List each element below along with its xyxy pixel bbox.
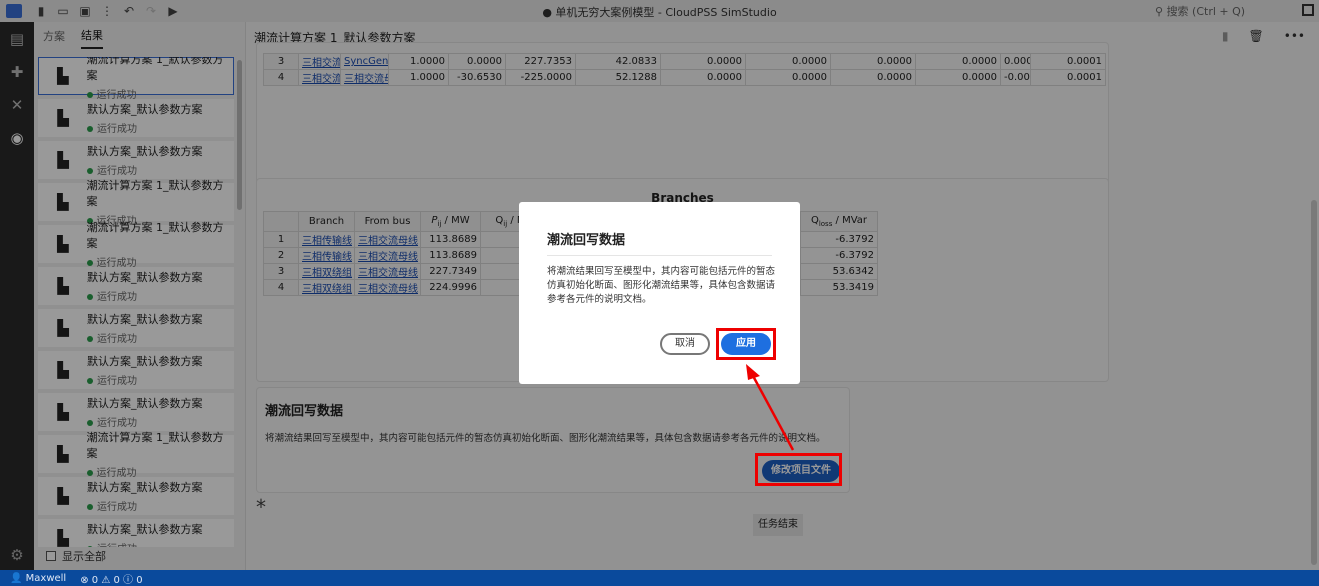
writeback-dialog: 潮流回写数据 将潮流结果回写至模型中，其内容可能包括元件的暂态仿真初始化断面、图… xyxy=(519,202,800,384)
problems-indicator[interactable]: ⊗ 0 ⚠ 0 ⓘ 0 xyxy=(80,571,142,586)
user-name: Maxwell xyxy=(25,572,67,584)
info-count: 0 xyxy=(136,574,143,586)
status-bar: 👤 Maxwell ⊗ 0 ⚠ 0 ⓘ 0 xyxy=(0,570,1319,586)
highlight-box xyxy=(755,453,842,486)
user[interactable]: 👤 Maxwell xyxy=(10,573,66,584)
dialog-title: 潮流回写数据 xyxy=(547,233,626,248)
dialog-body: 将潮流结果回写至模型中，其内容可能包括元件的暂态仿真初始化断面、图形化潮流结果等… xyxy=(547,266,776,305)
user-icon: 👤 xyxy=(10,572,23,584)
cancel-button[interactable]: 取消 xyxy=(660,333,710,355)
highlight-box xyxy=(716,328,776,360)
divider xyxy=(547,255,772,256)
error-count: 0 xyxy=(91,574,99,586)
warning-count: 0 xyxy=(113,574,120,586)
